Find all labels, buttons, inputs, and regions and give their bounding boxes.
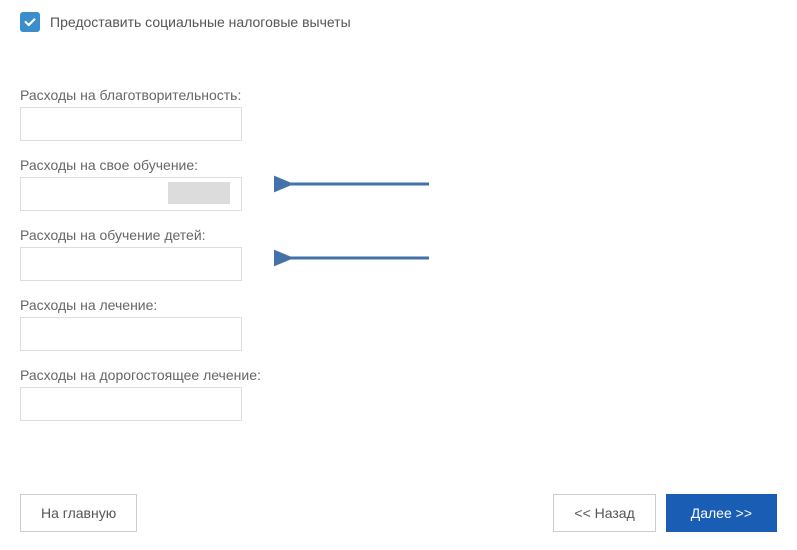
- next-button[interactable]: Далее >>: [666, 494, 777, 532]
- treatment-label: Расходы на лечение:: [20, 297, 777, 313]
- children-education-label: Расходы на обучение детей:: [20, 227, 777, 243]
- children-education-input[interactable]: [20, 247, 242, 281]
- charity-label: Расходы на благотворительность:: [20, 87, 777, 103]
- back-button[interactable]: << Назад: [553, 494, 655, 532]
- home-button[interactable]: На главную: [20, 494, 137, 532]
- treatment-input[interactable]: [20, 317, 242, 351]
- checkmark-icon: [23, 15, 37, 29]
- expensive-treatment-input[interactable]: [20, 387, 242, 421]
- charity-input[interactable]: [20, 107, 242, 141]
- own-education-field-group: Расходы на свое обучение:: [20, 157, 777, 211]
- treatment-field-group: Расходы на лечение:: [20, 297, 777, 351]
- redacted-value: [168, 182, 230, 204]
- provide-social-deductions-checkbox[interactable]: [20, 12, 40, 32]
- pointer-arrow-icon: [274, 245, 434, 271]
- own-education-label: Расходы на свое обучение:: [20, 157, 777, 173]
- pointer-arrow-icon: [274, 171, 434, 197]
- buttons-row: На главную << Назад Далее >>: [20, 494, 777, 532]
- children-education-field-group: Расходы на обучение детей:: [20, 227, 777, 281]
- expensive-treatment-label: Расходы на дорогостоящее лечение:: [20, 367, 777, 383]
- charity-field-group: Расходы на благотворительность:: [20, 87, 777, 141]
- buttons-right-group: << Назад Далее >>: [553, 494, 777, 532]
- provide-social-deductions-label: Предоставить социальные налоговые вычеты: [50, 14, 351, 30]
- provide-social-deductions-row: Предоставить социальные налоговые вычеты: [20, 12, 777, 32]
- expensive-treatment-field-group: Расходы на дорогостоящее лечение:: [20, 367, 777, 421]
